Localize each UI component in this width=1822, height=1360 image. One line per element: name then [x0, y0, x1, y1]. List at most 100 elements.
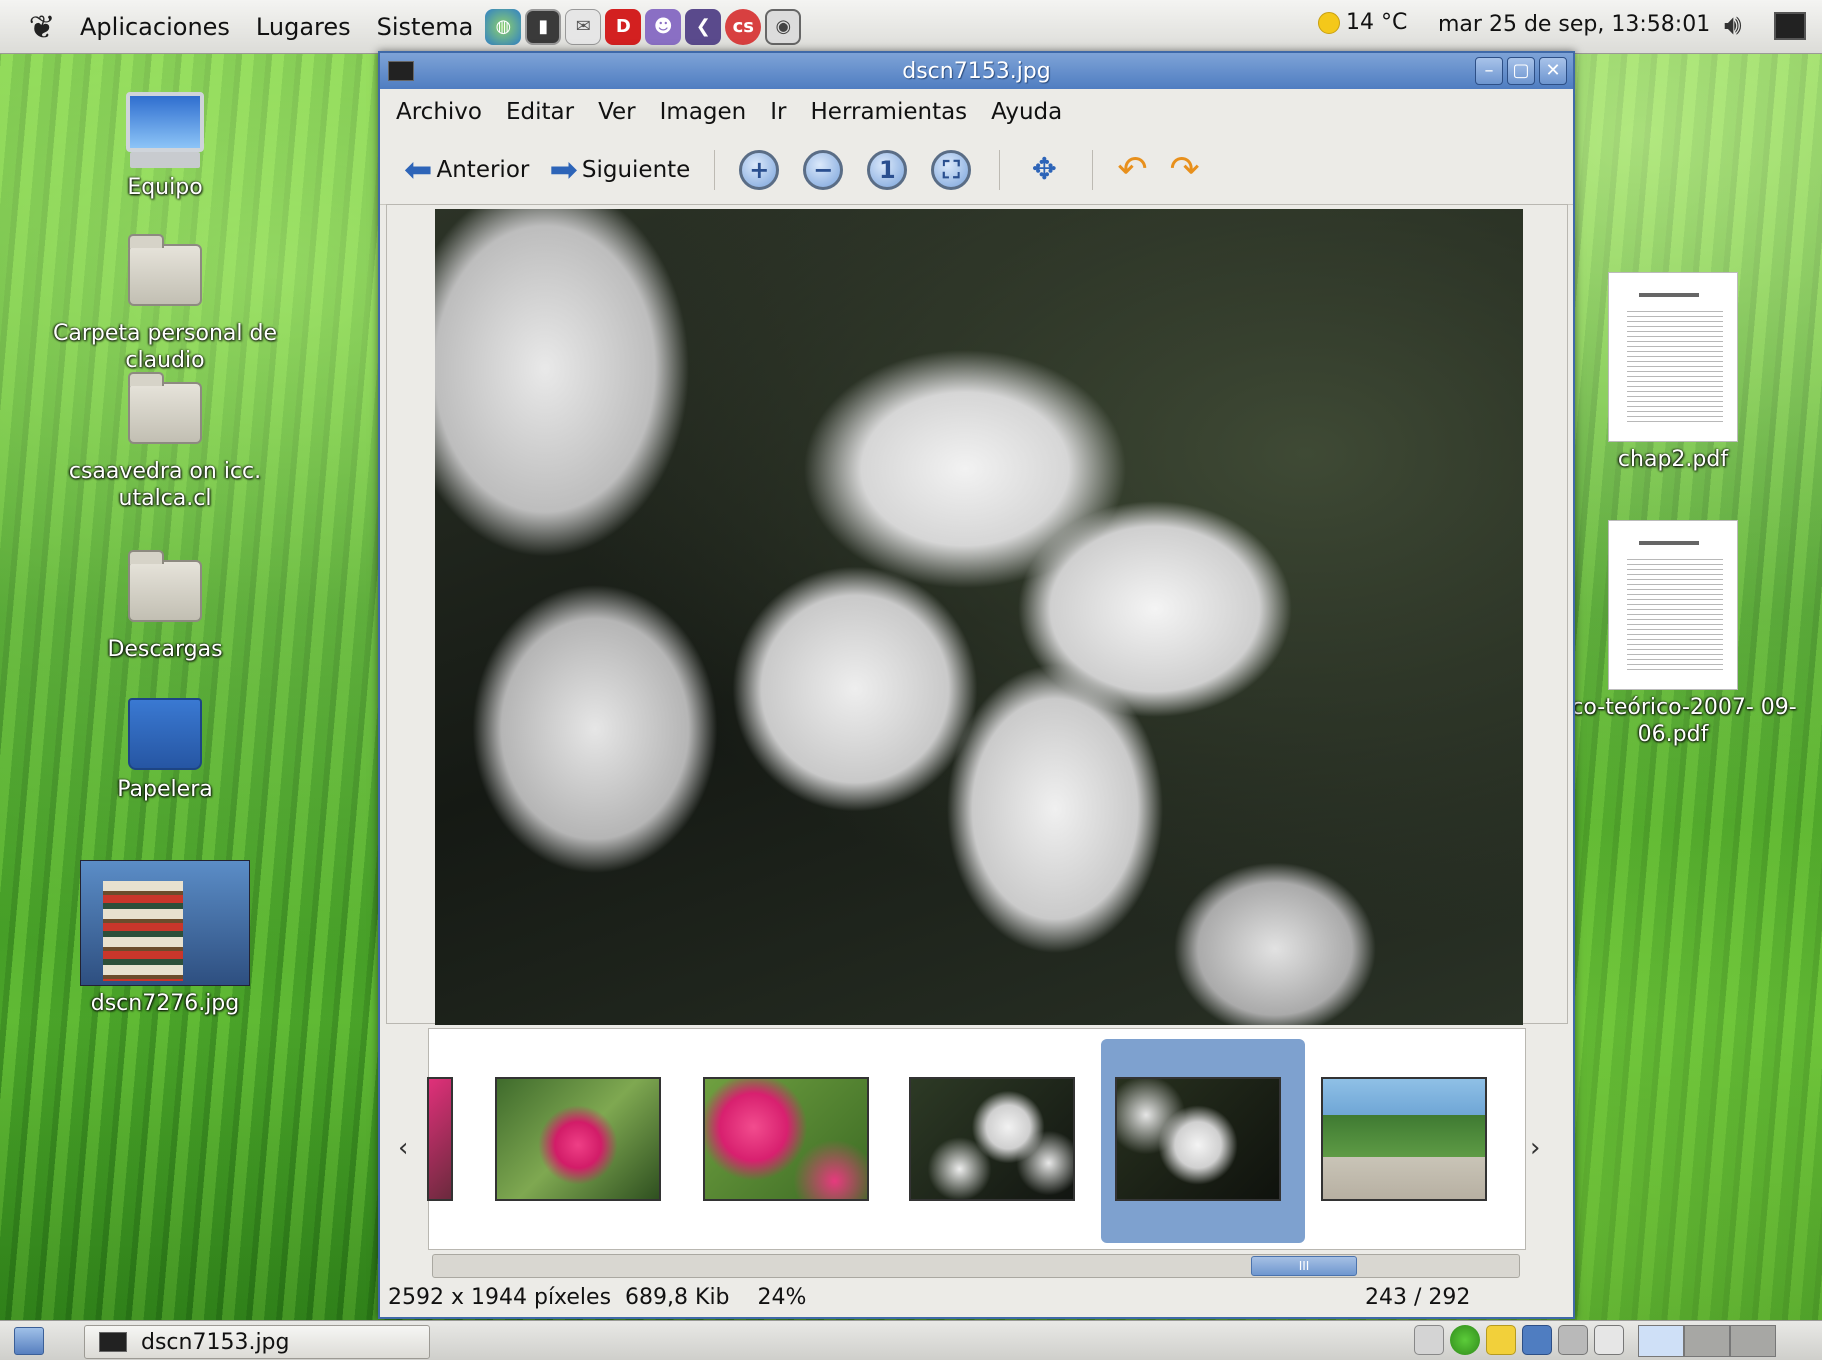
printer-icon[interactable]	[1558, 1325, 1588, 1355]
desktop-icon-equipo[interactable]: Equipo	[40, 92, 290, 201]
creative-suite-icon[interactable]: cs	[725, 8, 762, 45]
notes-icon[interactable]	[1486, 1325, 1516, 1355]
show-desktop-icon[interactable]	[14, 1327, 44, 1355]
mail-icon[interactable]: ✉	[565, 8, 602, 45]
clock[interactable]: mar 25 de sep, 13:58:01	[1438, 12, 1710, 37]
workspace-2[interactable]	[1684, 1325, 1730, 1357]
volume-icon[interactable]: 🔊︎	[1724, 8, 1742, 42]
filmstrip-scrollbar[interactable]: III	[432, 1254, 1520, 1278]
image-thumbnail	[80, 860, 250, 986]
rotate-left-icon[interactable]: ↶	[1117, 149, 1147, 190]
zoom-fit-icon[interactable]: ⛶	[931, 149, 972, 190]
toolbar-separator	[1092, 149, 1094, 190]
zoom-original-icon[interactable]: 1	[867, 149, 908, 190]
menu-ir[interactable]: Ir	[770, 99, 786, 125]
window-title: dscn7153.jpg	[902, 58, 1051, 84]
menu-imagen[interactable]: Imagen	[660, 99, 747, 125]
zoom-in-icon[interactable]: +	[739, 149, 780, 190]
menu-lugares[interactable]: Lugares	[256, 13, 351, 41]
thumbnail[interactable]	[495, 1077, 661, 1201]
desktop-icon-dscn7276[interactable]: dscn7276.jpg	[40, 860, 290, 1017]
desktop-icon-papelera[interactable]: Papelera	[40, 698, 290, 803]
filmstrip-prev-button[interactable]: ‹	[398, 1133, 408, 1163]
maximize-button[interactable]: ▢	[1507, 57, 1535, 85]
menu-editar[interactable]: Editar	[506, 99, 574, 125]
zoom-out-icon[interactable]: −	[803, 149, 844, 190]
gnome-foot-icon[interactable]: ❦	[22, 7, 62, 47]
next-button[interactable]: ➡ Siguiente	[549, 150, 690, 190]
menu-aplicaciones[interactable]: Aplicaciones	[80, 13, 230, 41]
thumbnail[interactable]	[703, 1077, 869, 1201]
minimize-button[interactable]: –	[1475, 57, 1503, 85]
pdf-thumbnail	[1608, 272, 1738, 442]
system-tray	[1414, 1325, 1624, 1355]
menubar: Archivo Editar Ver Imagen Ir Herramienta…	[380, 89, 1573, 135]
toolbar-separator	[714, 149, 716, 190]
desktop-icon-label: Equipo	[127, 175, 203, 200]
status-zoom: 24%	[757, 1284, 807, 1310]
menu-archivo[interactable]: Archivo	[396, 99, 482, 125]
arrow-left-icon: ⬅	[404, 149, 433, 190]
desktop-icon-label: chap2.pdf	[1617, 447, 1729, 472]
taskbar-button[interactable]: dscn7153.jpg	[84, 1325, 430, 1359]
desktop-icon-home[interactable]: Carpeta personal de claudio	[40, 234, 290, 374]
thumbnail[interactable]	[427, 1077, 453, 1201]
menu-ayuda[interactable]: Ayuda	[991, 99, 1062, 125]
desktop-icon-network[interactable]: csaavedra on icc. utalca.cl	[40, 372, 290, 512]
network-icon[interactable]	[1522, 1325, 1552, 1355]
taskbar-button-label: dscn7153.jpg	[141, 1329, 290, 1355]
pdf-reader-icon[interactable]: D	[605, 8, 642, 45]
menu-ver[interactable]: Ver	[598, 99, 636, 125]
menu-herramientas[interactable]: Herramientas	[811, 99, 968, 125]
network-globe-icon[interactable]: ◍	[485, 8, 522, 45]
filmstrip-next-button[interactable]: ›	[1530, 1133, 1540, 1163]
desktop-icon-label: dscn7276.jpg	[90, 991, 240, 1016]
top-panel: ❦ Aplicaciones Lugares Sistema ◍ ▮ ✉ D ☻…	[0, 0, 1822, 54]
weather-temperature: 14 °C	[1346, 10, 1408, 35]
main-photo[interactable]	[435, 209, 1523, 1025]
messenger-icon[interactable]: ☻	[645, 8, 682, 45]
bottom-panel: dscn7153.jpg	[0, 1320, 1822, 1360]
clipboard-icon[interactable]	[1594, 1325, 1624, 1355]
status-filesize: 689,8 Kib	[625, 1284, 730, 1310]
toolbar-separator	[999, 149, 1001, 190]
close-button[interactable]: ✕	[1539, 57, 1567, 85]
desktop-icon-chap2[interactable]: chap2.pdf	[1548, 272, 1798, 473]
home-folder-icon	[128, 234, 202, 306]
desktop-icon-label: Descargas	[107, 637, 223, 662]
status-position: 243 / 292	[1365, 1284, 1471, 1310]
rotate-right-icon[interactable]: ↷	[1169, 149, 1199, 190]
computer-icon	[40, 92, 290, 168]
status-dimensions: 2592 x 1944 píxeles	[388, 1284, 612, 1310]
terminal-icon[interactable]: ▮	[525, 8, 562, 45]
weather-applet[interactable]: 14 °C	[1318, 10, 1407, 35]
statusbar: 2592 x 1944 píxeles 689,8 Kib 24% 243 / …	[380, 1277, 1573, 1317]
window-titlebar[interactable]: dscn7153.jpg – ▢ ✕	[380, 53, 1573, 89]
thumbnail-selected[interactable]	[1115, 1077, 1281, 1201]
desktop-icon-label: Carpeta personal de claudio	[53, 321, 277, 373]
previous-label: Anterior	[436, 156, 530, 183]
disk-utility-icon[interactable]: ◉	[765, 8, 802, 45]
desktop-icon-marco-teorico[interactable]: arco-teórico-2007- 09-06.pdf	[1548, 520, 1798, 748]
workspace-3[interactable]	[1730, 1325, 1776, 1357]
desktop-icon-descargas[interactable]: Descargas	[40, 550, 290, 663]
code-editor-icon[interactable]: ❮	[685, 8, 722, 45]
status-green-icon[interactable]	[1450, 1325, 1480, 1355]
desktop-icon-label: arco-teórico-2007- 09-06.pdf	[1549, 695, 1797, 747]
network-folder-icon	[128, 372, 202, 444]
launcher-bar: ◍ ▮ ✉ D ☻ ❮ cs ◉	[485, 8, 802, 45]
thumbnail[interactable]	[909, 1077, 1075, 1201]
menu-sistema[interactable]: Sistema	[377, 13, 474, 41]
workspace-1[interactable]	[1638, 1325, 1684, 1357]
thumbnail[interactable]	[1321, 1077, 1487, 1201]
previous-button[interactable]: ⬅ Anterior	[404, 150, 529, 190]
scrollbar-thumb[interactable]: III	[1251, 1256, 1357, 1276]
arrow-right-icon: ➡	[549, 149, 578, 190]
pdf-thumbnail	[1608, 520, 1738, 690]
fullscreen-icon[interactable]: ✥	[1024, 150, 1064, 190]
filmstrip[interactable]	[427, 1028, 1526, 1250]
image-viewport[interactable]	[386, 204, 1568, 1025]
screenshot-tray-icon[interactable]	[1774, 12, 1806, 40]
desktop-icon-label: Papelera	[117, 777, 213, 802]
disk-icon[interactable]	[1414, 1325, 1444, 1355]
